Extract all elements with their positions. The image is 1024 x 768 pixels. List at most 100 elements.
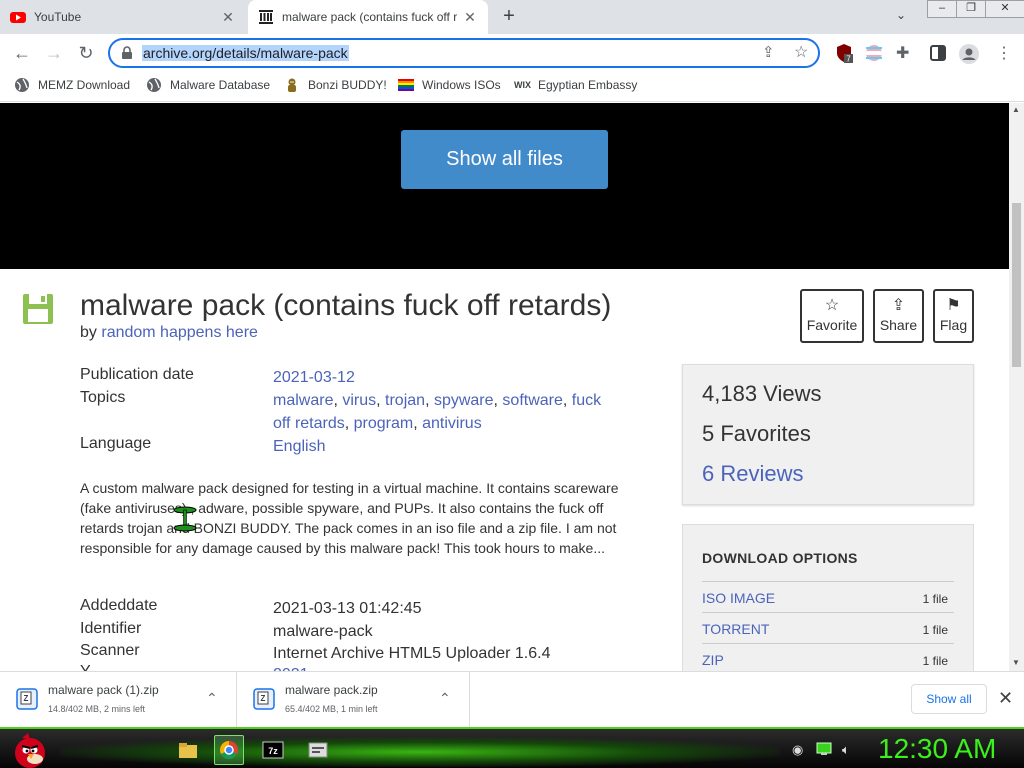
identifier-label: Identifier <box>80 620 142 637</box>
lock-icon <box>122 46 132 59</box>
publication-date-link[interactable]: 2021-03-12 <box>273 369 355 386</box>
extra-metadata-table: Addeddate 2021-03-13 01:42:45 Identifier… <box>80 597 620 671</box>
show-all-files-button[interactable]: Show all files <box>401 130 608 189</box>
bookmark-malware-database[interactable]: Malware Database <box>146 77 270 93</box>
topic-link[interactable]: virus <box>342 392 376 409</box>
ublock-extension-icon[interactable]: 7 <box>834 43 854 64</box>
addeddate-label: Addeddate <box>80 597 158 614</box>
share-label: Share <box>879 317 918 333</box>
metadata-table: Publication date 2021-03-12 Topics malwa… <box>80 366 620 466</box>
page-content: Show all files malware pack (contains fu… <box>0 103 1009 671</box>
download-item[interactable]: Z malware pack.zip 65.4/402 MB, 1 min le… <box>237 672 470 728</box>
close-window-icon[interactable]: ✕ <box>985 0 1024 18</box>
taskbar-clock[interactable]: 12:30 AM <box>878 733 996 765</box>
back-arrow-icon[interactable]: ← <box>10 41 34 65</box>
favorite-button[interactable]: ☆ Favorite <box>800 289 864 343</box>
download-row[interactable]: ZIP 1 file <box>702 643 954 671</box>
chevron-up-icon[interactable]: ⌃ <box>206 690 218 707</box>
topic-link[interactable]: trojan <box>385 392 425 409</box>
downloads-shelf: Z malware pack (1).zip 14.8/402 MB, 2 mi… <box>0 671 1024 728</box>
forward-arrow-icon[interactable]: → <box>42 41 66 65</box>
share-icon[interactable]: ⇪ <box>762 43 775 61</box>
file-count: 1 file <box>922 623 948 637</box>
item-description: A custom malware pack designed for testi… <box>80 480 619 556</box>
text-cursor-icon <box>173 506 197 532</box>
bookmark-memz[interactable]: MEMZ Download <box>14 77 130 93</box>
author-link[interactable]: random happens here <box>101 324 258 341</box>
reviews-link[interactable]: 6 Reviews <box>702 461 803 487</box>
chevron-up-icon[interactable]: ⌃ <box>439 690 451 707</box>
download-row[interactable]: ISO IMAGE 1 file <box>702 581 954 612</box>
format-link[interactable]: TORRENT <box>702 621 769 637</box>
topic-link[interactable]: spyware <box>434 392 494 409</box>
bookmark-egyptian-embassy[interactable]: WIX Egyptian Embassy <box>514 77 637 93</box>
close-shelf-icon[interactable]: ✕ <box>998 688 1013 709</box>
close-tab-icon[interactable]: ✕ <box>220 9 236 26</box>
language-link[interactable]: English <box>273 438 325 455</box>
topic-link[interactable]: software <box>502 392 562 409</box>
views-count: 4,183 Views <box>702 381 822 406</box>
format-link[interactable]: ISO IMAGE <box>702 590 775 606</box>
show-all-downloads-button[interactable]: Show all <box>911 684 987 714</box>
download-row[interactable]: TORRENT 1 file <box>702 612 954 643</box>
bookmark-label: Bonzi BUDDY! <box>308 78 387 92</box>
angry-bird-start-icon[interactable] <box>8 729 48 768</box>
download-options-heading: DOWNLOAD OPTIONS <box>702 550 858 566</box>
browser-toolbar: ← → ↻ archive.org/details/malware-pack ⇪… <box>0 34 1024 72</box>
more-menu-icon[interactable]: ⋮ <box>996 43 1016 63</box>
bookmark-windows-isos[interactable]: Windows ISOs <box>398 77 501 93</box>
language-label: Language <box>80 435 152 452</box>
scroll-up-icon[interactable]: ▲ <box>1012 105 1020 114</box>
reload-icon[interactable]: ↻ <box>74 41 98 65</box>
restore-icon[interactable]: ❐ <box>956 0 986 18</box>
share-button[interactable]: ⇪ Share <box>873 289 924 343</box>
share-icon: ⇪ <box>891 297 906 314</box>
topics-list: malware, virus, trojan, spyware, softwar… <box>273 392 602 432</box>
year-label: Y <box>80 663 91 671</box>
bonzi-icon <box>288 78 296 92</box>
profile-avatar-icon[interactable] <box>958 43 979 64</box>
scanner-label: Scanner <box>80 642 140 659</box>
publication-date-label: Publication date <box>80 366 194 383</box>
scroll-down-icon[interactable]: ▼ <box>1012 658 1020 667</box>
volume-icon[interactable]: 🔈︎ <box>842 742 850 758</box>
flag-button[interactable]: ⚑ Flag <box>933 289 974 343</box>
bookmark-star-icon[interactable]: ☆ <box>794 42 808 62</box>
download-progress: 14.8/402 MB, 2 mins left <box>48 704 146 714</box>
close-tab-icon[interactable]: ✕ <box>462 9 478 26</box>
chrome-taskbar-icon[interactable] <box>214 735 244 765</box>
side-panel-icon[interactable] <box>928 43 948 63</box>
bookmark-bonzi-buddy[interactable]: Bonzi BUDDY! <box>284 77 387 93</box>
scrollbar-thumb[interactable] <box>1012 203 1021 367</box>
svg-text:Z: Z <box>24 694 29 703</box>
bookmarks-bar: MEMZ Download Malware Database Bonzi BUD… <box>0 72 1024 102</box>
network-icon[interactable] <box>816 742 832 759</box>
new-tab-button[interactable]: + <box>498 6 520 28</box>
window-controls: – ❐ ✕ <box>927 0 1024 18</box>
taskbar: 7z ◉ 🔈︎ 12:30 AM <box>0 727 1024 768</box>
url-text[interactable]: archive.org/details/malware-pack <box>142 45 349 61</box>
download-item[interactable]: Z malware pack (1).zip 14.8/402 MB, 2 mi… <box>0 672 237 728</box>
tab-youtube[interactable]: YouTube ✕ <box>0 0 246 34</box>
download-options-panel: DOWNLOAD OPTIONS ISO IMAGE 1 file TORREN… <box>682 524 974 671</box>
svg-text:Z: Z <box>261 694 266 703</box>
page-scrollbar[interactable]: ▲ ▼ <box>1009 103 1024 671</box>
file-explorer-icon[interactable] <box>173 735 203 765</box>
topic-link[interactable]: program <box>354 415 414 432</box>
scanner-value: Internet Archive HTML5 Uploader 1.6.4 <box>273 645 551 662</box>
topic-link[interactable]: malware <box>273 392 333 409</box>
tab-search-chevron-icon[interactable]: ⌄ <box>896 8 906 22</box>
puzzle-extensions-icon[interactable]: ✚ <box>896 43 916 63</box>
download-progress: 65.4/402 MB, 1 min left <box>285 704 378 714</box>
control-panel-icon[interactable] <box>303 735 333 765</box>
action-center-icon[interactable]: ◉ <box>792 742 803 758</box>
7zip-icon[interactable]: 7z <box>258 735 288 765</box>
tab-archive[interactable]: malware pack (contains fuck off r ✕ <box>248 0 488 34</box>
minimize-icon[interactable]: – <box>927 0 957 18</box>
flag-extension-icon[interactable] <box>864 43 884 63</box>
topic-link[interactable]: antivirus <box>422 415 482 432</box>
tab-strip: YouTube ✕ malware pack (contains fuck of… <box>0 0 1024 34</box>
address-bar[interactable]: archive.org/details/malware-pack ⇪ ☆ <box>108 38 820 68</box>
format-link[interactable]: ZIP <box>702 652 724 668</box>
stats-panel: 4,183 Views 5 Favorites 6 Reviews <box>682 364 974 505</box>
